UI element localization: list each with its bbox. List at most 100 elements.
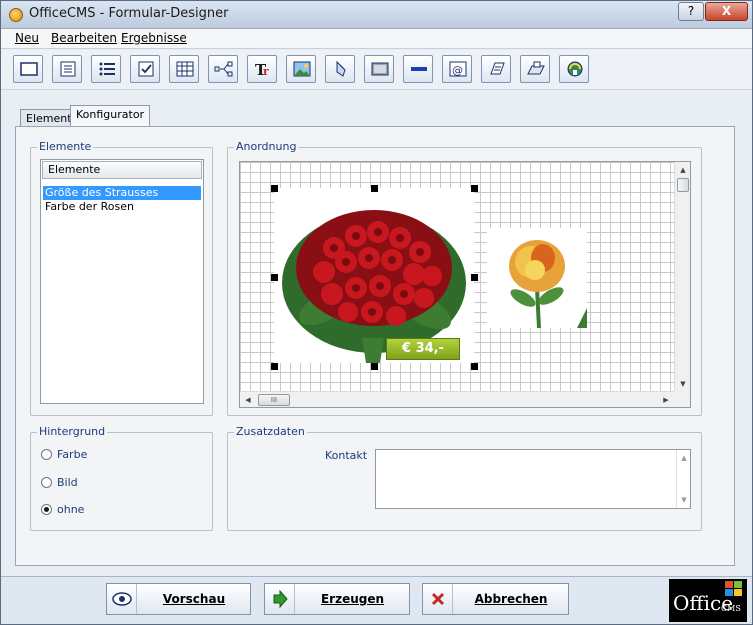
tool-connector[interactable]	[208, 55, 238, 83]
hintergrund-group: Hintergrund Farbe Bild ohne	[30, 425, 213, 531]
menu-ergebnisse-label: Ergebnisse	[121, 31, 187, 45]
tool-text-block[interactable]	[52, 55, 82, 83]
close-button[interactable]: X	[705, 2, 748, 21]
menu-bearbeiten[interactable]: Bearbeiten	[51, 31, 117, 45]
arrow-right-icon	[265, 584, 295, 614]
hintergrund-group-label: Hintergrund	[37, 425, 108, 438]
tool-frame[interactable]	[13, 55, 43, 83]
radio-bild[interactable]: Bild	[41, 476, 78, 489]
radio-farbe-label: Farbe	[57, 448, 88, 461]
radio-ohne[interactable]: ohne	[41, 503, 84, 516]
text-format-icon: Tr	[255, 61, 269, 78]
tool-panel[interactable]	[364, 55, 394, 83]
anordnung-group: Anordnung € 34,- ▲ ▼ ◀ III ▶	[227, 140, 702, 416]
list-item[interactable]: Farbe der Rosen	[43, 200, 201, 214]
resize-handle[interactable]	[271, 274, 278, 281]
single-rose-picture	[509, 240, 587, 329]
zusatzdaten-group-label: Zusatzdaten	[234, 425, 307, 438]
scroll-up-icon[interactable]: ▲	[675, 163, 690, 177]
preview-label: Vorschau	[162, 592, 226, 606]
textarea-scrollbar[interactable]: ▲ ▼	[676, 450, 690, 508]
menu-neu[interactable]: Neu	[15, 31, 39, 45]
scroll-left-icon[interactable]: ◀	[240, 393, 256, 407]
menu-bar: Neu Bearbeiten Ergebnisse	[1, 29, 752, 49]
checkbox-icon	[138, 61, 154, 77]
svg-text:@: @	[452, 64, 463, 77]
horizontal-scroll-thumb[interactable]: III	[258, 394, 290, 406]
vertical-scroll-thumb[interactable]	[677, 178, 689, 192]
cross-icon	[423, 584, 453, 614]
resize-handle[interactable]	[371, 363, 378, 370]
radio-bild-label: Bild	[57, 476, 78, 489]
help-button[interactable]: ?	[678, 2, 704, 21]
list-icon	[99, 62, 115, 76]
tool-list[interactable]	[91, 55, 121, 83]
resize-handle[interactable]	[271, 363, 278, 370]
app-icon	[9, 8, 23, 22]
officecms-logo: Office CMS	[669, 579, 747, 622]
tool-checkbox[interactable]	[130, 55, 160, 83]
tab-konfigurator[interactable]: Konfigurator	[70, 105, 151, 127]
toolbar: Tr @	[1, 50, 752, 90]
tool-email[interactable]: @	[442, 55, 472, 83]
tool-note[interactable]	[481, 55, 511, 83]
panel-icon	[371, 62, 389, 76]
preview-button[interactable]: Vorschau	[106, 583, 251, 615]
scroll-right-icon[interactable]: ▶	[658, 393, 674, 407]
single-rose-image[interactable]	[487, 228, 587, 329]
tool-shape[interactable]	[520, 55, 550, 83]
create-label: Erzeugen	[320, 592, 385, 606]
vertical-scrollbar[interactable]: ▲ ▼	[674, 162, 690, 392]
menu-ergebnisse[interactable]: Ergebnisse	[121, 31, 187, 45]
tool-web[interactable]	[559, 55, 589, 83]
list-item[interactable]: Größe des Strausses	[43, 186, 201, 200]
arrangement-canvas[interactable]: € 34,- ▲ ▼ ◀ III ▶	[239, 161, 691, 408]
connector-icon	[214, 61, 233, 77]
radio-ohne-label: ohne	[57, 503, 85, 516]
pen-icon	[336, 60, 346, 77]
tool-table[interactable]	[169, 55, 199, 83]
resize-handle[interactable]	[471, 363, 478, 370]
tool-image[interactable]	[286, 55, 316, 83]
elemente-list-header[interactable]: Elemente	[42, 161, 202, 179]
resize-handle[interactable]	[471, 185, 478, 192]
tool-pen[interactable]	[325, 55, 355, 83]
radio-button[interactable]	[41, 476, 52, 488]
action-bar: Vorschau Erzeugen Abbrechen Office CMS	[1, 576, 752, 624]
radio-button[interactable]	[41, 448, 52, 460]
zusatzdaten-group: Zusatzdaten Kontakt ▲ ▼	[227, 425, 702, 531]
resize-handle[interactable]	[271, 185, 278, 192]
table-icon	[176, 61, 194, 77]
create-button[interactable]: Erzeugen	[264, 583, 410, 615]
horizontal-scrollbar[interactable]: ◀ III ▶	[240, 391, 674, 407]
web-icon	[567, 61, 583, 77]
scroll-up-icon[interactable]: ▲	[676, 451, 692, 465]
elemente-group: Elemente Elemente Größe des Strausses Fa…	[30, 140, 213, 416]
scroll-down-icon[interactable]: ▼	[675, 377, 690, 391]
scroll-down-icon[interactable]: ▼	[676, 493, 692, 507]
windows-flag-icon	[725, 581, 742, 596]
tool-text-format[interactable]: Tr	[247, 55, 277, 83]
tool-line[interactable]	[403, 55, 433, 83]
resize-handle[interactable]	[371, 185, 378, 192]
title-bar: OfficeCMS - Formular-Designer ? X	[1, 1, 752, 29]
cancel-button[interactable]: Abbrechen	[422, 583, 569, 615]
konfigurator-panel: Elemente Elemente Größe des Strausses Fa…	[15, 126, 735, 566]
anordnung-group-label: Anordnung	[234, 140, 299, 153]
eye-icon	[107, 584, 137, 614]
cancel-label: Abbrechen	[474, 592, 548, 606]
svg-text:r: r	[263, 65, 269, 78]
kontakt-label: Kontakt	[325, 449, 368, 462]
radio-button[interactable]	[41, 503, 52, 515]
price-text: € 34,-	[402, 341, 444, 356]
kontakt-textarea[interactable]: ▲ ▼	[375, 449, 691, 509]
text-block-icon	[60, 61, 76, 77]
rose-bouquet-picture	[282, 210, 466, 363]
resize-handle[interactable]	[471, 274, 478, 281]
scroll-corner	[674, 391, 690, 407]
menu-bearbeiten-label: Bearbeiten	[51, 31, 117, 45]
radio-farbe[interactable]: Farbe	[41, 448, 87, 461]
logo-sub-text: CMS	[721, 604, 741, 613]
elemente-listbox[interactable]: Elemente Größe des Strausses Farbe der R…	[40, 159, 204, 404]
bouquet-image[interactable]: € 34,-	[274, 188, 474, 363]
